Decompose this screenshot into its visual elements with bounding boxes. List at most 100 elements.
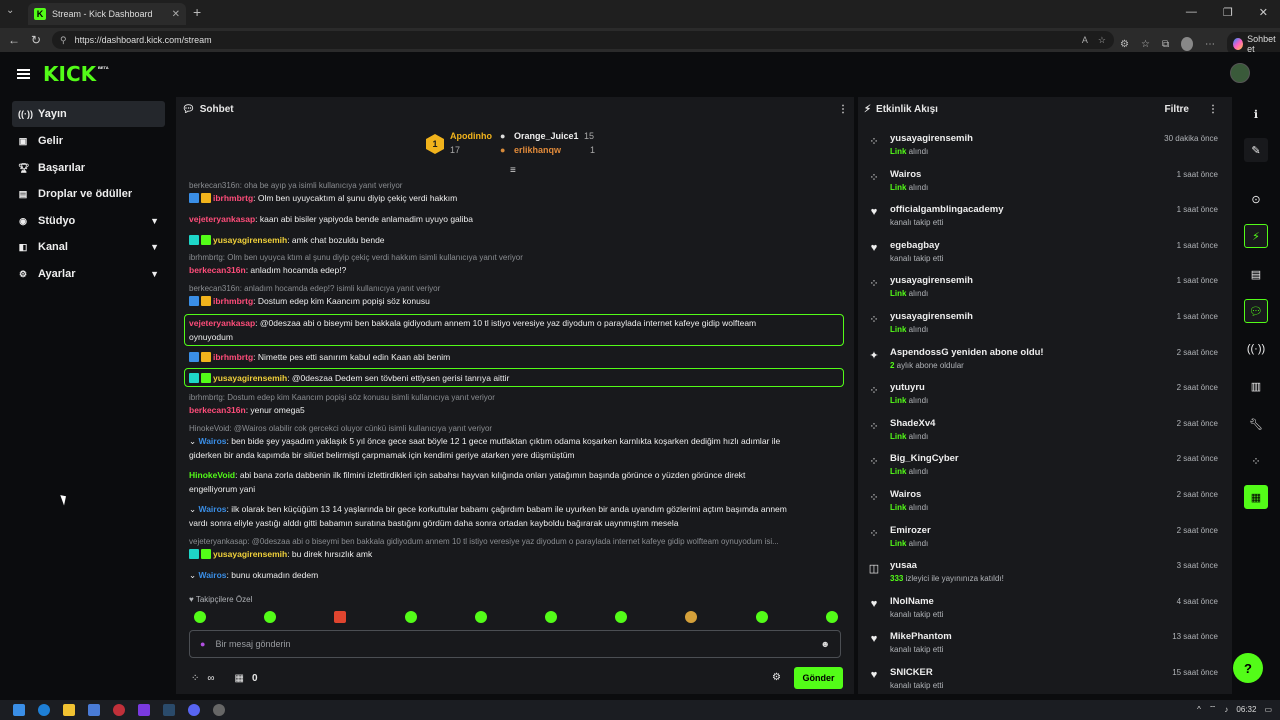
more-icon[interactable]: ⋯ xyxy=(1205,39,1215,50)
feed-event-name[interactable]: MikePhantom xyxy=(890,631,952,642)
feed-event-name[interactable]: Wairos xyxy=(890,489,921,500)
chat-username[interactable]: Wairos xyxy=(198,504,226,514)
feed-options-icon[interactable]: ⋮ xyxy=(1208,104,1218,115)
leader-2-name[interactable]: Orange_Juice1 xyxy=(514,131,579,141)
chat-username[interactable]: ibrhmbrtg xyxy=(213,296,253,306)
notification-icon[interactable]: ▭ xyxy=(1264,705,1272,714)
feed-event[interactable]: ⁘ Emirozer Link alındı 2 saat önce xyxy=(866,523,1226,557)
feed-event-name[interactable]: Emirozer xyxy=(890,525,931,536)
feed-event-name[interactable]: Big_KingCyber xyxy=(890,453,959,464)
minimize-icon[interactable]: — xyxy=(1186,6,1197,19)
browser-tab[interactable]: K Stream - Kick Dashboard ✕ xyxy=(28,3,186,25)
help-icon[interactable]: ? xyxy=(1233,653,1263,683)
close-window-icon[interactable]: ✕ xyxy=(1259,6,1268,19)
layout-icon[interactable]: ▥ xyxy=(1244,374,1268,398)
chat-username[interactable]: ibrhmbrtg xyxy=(213,193,253,203)
menu-icon[interactable] xyxy=(17,69,30,79)
feed-event-name[interactable]: yusayagirensemih xyxy=(890,133,973,144)
feed-event[interactable]: ♥ MikePhantom kanalı takip etti 13 saat önc… xyxy=(866,629,1226,663)
feed-event[interactable]: ♥ INolName kanalı takip etti 4 saat önce xyxy=(866,594,1226,628)
chat-username[interactable]: Wairos xyxy=(198,436,226,446)
feed-event-name[interactable]: yutuyru xyxy=(890,382,925,393)
favorites-icon[interactable]: ☆ xyxy=(1141,39,1150,50)
emote-icon[interactable] xyxy=(264,611,276,623)
document-icon[interactable]: ▤ xyxy=(1244,262,1268,286)
sidebar-item-basarilar[interactable]: 🏆︎ Başarılar xyxy=(12,155,165,181)
feed-event[interactable]: ⁘ Wairos Link alındı 1 saat önce xyxy=(866,167,1226,201)
favorite-star-icon[interactable]: ☆ xyxy=(1098,35,1106,46)
chat-username[interactable]: HinokeVoid xyxy=(189,470,235,480)
clock-app-icon[interactable] xyxy=(213,704,225,716)
emote-icon[interactable] xyxy=(405,611,417,623)
feed-event[interactable]: ⁘ Wairos Link alındı 2 saat önce xyxy=(866,487,1226,521)
read-aloud-icon[interactable]: A xyxy=(1082,35,1088,46)
steam-icon[interactable] xyxy=(163,704,175,716)
feed-event[interactable]: ♥ officialgamblingacademy kanalı takip ett… xyxy=(866,202,1226,236)
feed-event-name[interactable]: yusayagirensemih xyxy=(890,311,973,322)
start-icon[interactable] xyxy=(13,704,25,716)
tab-list-icon[interactable]: ⌄ xyxy=(6,5,14,16)
chat-username[interactable]: vejeteryankasap xyxy=(189,214,255,224)
chat-settings-icon[interactable]: ⚙ xyxy=(772,672,781,683)
emote-icon[interactable] xyxy=(826,611,838,623)
chat-toggle-icon[interactable]: 💬︎ xyxy=(1244,299,1268,323)
emote-icon[interactable] xyxy=(756,611,768,623)
chat-username[interactable]: vejeteryankasap xyxy=(189,318,255,328)
url-field[interactable]: ⚲ https://dashboard.kick.com/stream A ☆ xyxy=(52,31,1114,49)
activity-lightning-icon[interactable]: ⚡︎ xyxy=(1244,224,1268,248)
explorer-icon[interactable] xyxy=(63,704,75,716)
close-tab-icon[interactable]: ✕ xyxy=(172,9,180,20)
feed-event-name[interactable]: SNICKER xyxy=(890,667,933,678)
chat-options-icon[interactable]: ⋮ xyxy=(838,104,848,115)
chat-username[interactable]: yusayagirensemih xyxy=(213,549,287,559)
chat-username[interactable]: yusayagirensemih xyxy=(213,373,287,383)
chat-username[interactable]: Wairos xyxy=(198,570,226,580)
feed-event-name[interactable]: egebagbay xyxy=(890,240,940,251)
feed-event[interactable]: ⁘ ShadeXv4 Link alındı 2 saat önce xyxy=(866,416,1226,450)
camera-capture-icon[interactable]: ⊙ xyxy=(1244,187,1268,211)
sidebar-item-droplar[interactable]: ▤ Droplar ve ödüller xyxy=(12,181,165,207)
chat-username[interactable]: ibrhmbrtg xyxy=(213,352,253,362)
emote-icon[interactable] xyxy=(334,611,346,623)
feed-event[interactable]: ⁘ yutuyru Link alındı 2 saat önce xyxy=(866,380,1226,414)
feed-event-name[interactable]: ShadeXv4 xyxy=(890,418,935,429)
clapper-icon[interactable]: ▦ xyxy=(1244,485,1268,509)
leader-3-name[interactable]: erlikhanqw xyxy=(514,145,561,155)
emote-icon[interactable] xyxy=(545,611,557,623)
wrench-icon[interactable]: 🔧︎ xyxy=(1244,412,1268,436)
edit-icon[interactable]: ✎ xyxy=(1244,138,1268,162)
feed-event-name[interactable]: Wairos xyxy=(890,169,921,180)
chat-username[interactable]: berkecan316n xyxy=(189,405,246,415)
chat-username[interactable]: yusayagirensemih xyxy=(213,235,287,245)
network-icon[interactable]: ⌔ xyxy=(1209,704,1217,714)
reload-icon[interactable]: ↻ xyxy=(25,33,47,47)
extensions-icon[interactable]: ⚙ xyxy=(1120,39,1129,50)
feed-event[interactable]: ◫ yusaa 333 izleyici ile yayınınıza katıld… xyxy=(866,558,1226,592)
opera-icon[interactable] xyxy=(113,704,125,716)
feed-event[interactable]: ⁘ yusayagirensemih Link alındı 1 saat önce xyxy=(866,273,1226,307)
emote-icon[interactable] xyxy=(685,611,697,623)
emote-icon[interactable] xyxy=(194,611,206,623)
sidebar-item-studyo[interactable]: ◉ Stüdyo ▼ xyxy=(12,208,165,234)
back-icon[interactable]: ← xyxy=(3,33,25,47)
sidebar-item-ayarlar[interactable]: ⚙ Ayarlar ▼ xyxy=(12,261,165,287)
filter-button[interactable]: Filtre xyxy=(1165,104,1189,115)
emoji-icon[interactable]: ☻ xyxy=(821,639,830,649)
edge-icon[interactable] xyxy=(38,704,50,716)
emote-icon[interactable] xyxy=(475,611,487,623)
feed-event[interactable]: ♥ SNICKER kanalı takip etti 15 saat önce xyxy=(866,665,1226,699)
feed-event-name[interactable]: AspendossG yeniden abone oldu! xyxy=(890,347,1044,358)
feed-event-name[interactable]: yusayagirensemih xyxy=(890,275,973,286)
feed-event[interactable]: ⁘ yusayagirensemih Link alındı 30 dakika ön… xyxy=(866,131,1226,165)
feed-event[interactable]: ⁘ yusayagirensemih Link alındı 1 saat önce xyxy=(866,309,1226,343)
feed-event[interactable]: ♥ egebagbay kanalı takip etti 1 saat önce xyxy=(866,238,1226,272)
feed-event[interactable]: ✦ AspendossG yeniden abone oldu! 2 aylık a… xyxy=(866,345,1226,379)
chat-username[interactable]: berkecan316n xyxy=(189,265,246,275)
feed-event[interactable]: ⁘ Big_KingCyber Link alındı 2 saat önce xyxy=(866,451,1226,485)
sidebar-item-kanal[interactable]: ◧ Kanal ▼ xyxy=(12,234,165,260)
feed-event-name[interactable]: yusaa xyxy=(890,560,917,571)
app-icon[interactable] xyxy=(88,704,100,716)
emote-icon[interactable] xyxy=(615,611,627,623)
feed-event-name[interactable]: officialgamblingacademy xyxy=(890,204,1004,215)
sidebar-item-gelir[interactable]: ▣ Gelir xyxy=(12,128,165,154)
